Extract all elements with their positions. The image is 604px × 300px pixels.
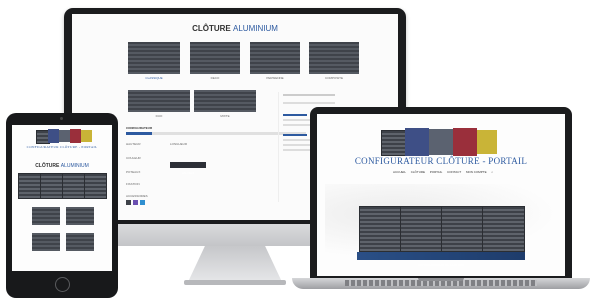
imac-foot [184,280,286,285]
model-label-6: MIXTE [220,114,230,118]
form-heading: CONFIGURATEUR [126,126,153,130]
desktop-title-part2: ALUMINIUM [233,24,278,33]
model-label-1: CLASSIQUE [145,76,163,80]
color-swatch-3[interactable] [140,200,145,205]
laptop-header-banner [381,128,497,156]
model-card-3[interactable] [250,42,300,74]
tablet-model-4[interactable] [66,233,94,251]
configurator-cta-button[interactable]: CONFIGURATEUR DE CLÔTURE [357,252,525,267]
tablet-screen: CONFIGURATEUR CLÔTURE - PORTAIL CLÔTURE … [12,125,112,271]
model-card-5[interactable] [128,90,190,112]
model-card-4[interactable] [309,42,359,74]
form-field-4: POTEAUX [126,170,141,174]
model-card-6[interactable] [194,90,256,112]
menu-item-5[interactable]: MON COMPTE [466,170,487,174]
model-card-1[interactable] [128,42,180,74]
color-swatch-1[interactable] [126,200,131,205]
imac-stand [188,246,282,282]
laptop-brand-title: CONFIGURATEUR CLÔTURE - PORTAIL [354,156,528,166]
banner-yellow-block [477,130,497,154]
tablet-title-part1: CLÔTURE [35,163,60,169]
laptop-notch [418,278,464,281]
model-card-2[interactable] [190,42,240,74]
laptop-fence-image [359,206,525,252]
search-icon[interactable]: ⌕ [491,170,493,174]
model-label-2: DECO [210,76,220,80]
slider-fill [126,132,152,135]
menu-item-1[interactable]: ACCUEIL [393,170,406,174]
laptop-menu: ACCUEIL CLÔTURE PORTAIL CONTACT MON COMP… [393,170,493,174]
model-label-4: COMPOSITE [324,76,343,80]
form-field-3: COULEUR [126,156,141,160]
desktop-title-part1: CLÔTURE [192,24,231,33]
tablet-model-3[interactable] [32,233,60,251]
tablet-fence-image [18,173,107,199]
tablet-title-part2: ALUMINIUM [60,163,89,169]
cta-label: CONFIGURATEUR DE CLÔTURE [417,263,465,267]
banner-red-block [453,128,477,156]
menu-item-4[interactable]: CONTACT [447,170,461,174]
form-field-2: LONGUEUR [170,142,188,146]
form-field-1: HAUTEUR [126,142,141,146]
menu-item-2[interactable]: CLÔTURE [411,170,425,174]
tablet-model-2[interactable] [66,207,94,225]
tablet-home-button[interactable] [55,277,70,292]
tablet-model-1[interactable] [32,207,60,225]
desktop-page-title: CLÔTURE ALUMINIUM [72,24,398,33]
model-label-3: PERSIENNE [266,76,284,80]
banner-grey2-block [429,129,453,155]
submit-label: VALIDER [181,171,195,175]
form-field-5: FIXATION [126,182,140,186]
model-label-5: DUO [155,114,163,118]
banner-grey-block [381,130,407,156]
laptop-screen: CONFIGURATEUR CLÔTURE - PORTAIL ACCUEIL … [317,114,565,276]
form-field-6: ACCESSOIRES [126,194,148,198]
tablet-camera [60,117,63,120]
color-swatch-2[interactable] [133,200,138,205]
menu-item-3[interactable]: PORTAIL [430,170,443,174]
tablet-brand-title: CONFIGURATEUR CLÔTURE - PORTAIL [26,145,98,149]
tablet-header-banner [36,129,92,144]
tablet-page-title: CLÔTURE ALUMINIUM [12,163,112,169]
submit-button[interactable]: VALIDER [170,162,206,175]
banner-blue-block [405,128,429,156]
